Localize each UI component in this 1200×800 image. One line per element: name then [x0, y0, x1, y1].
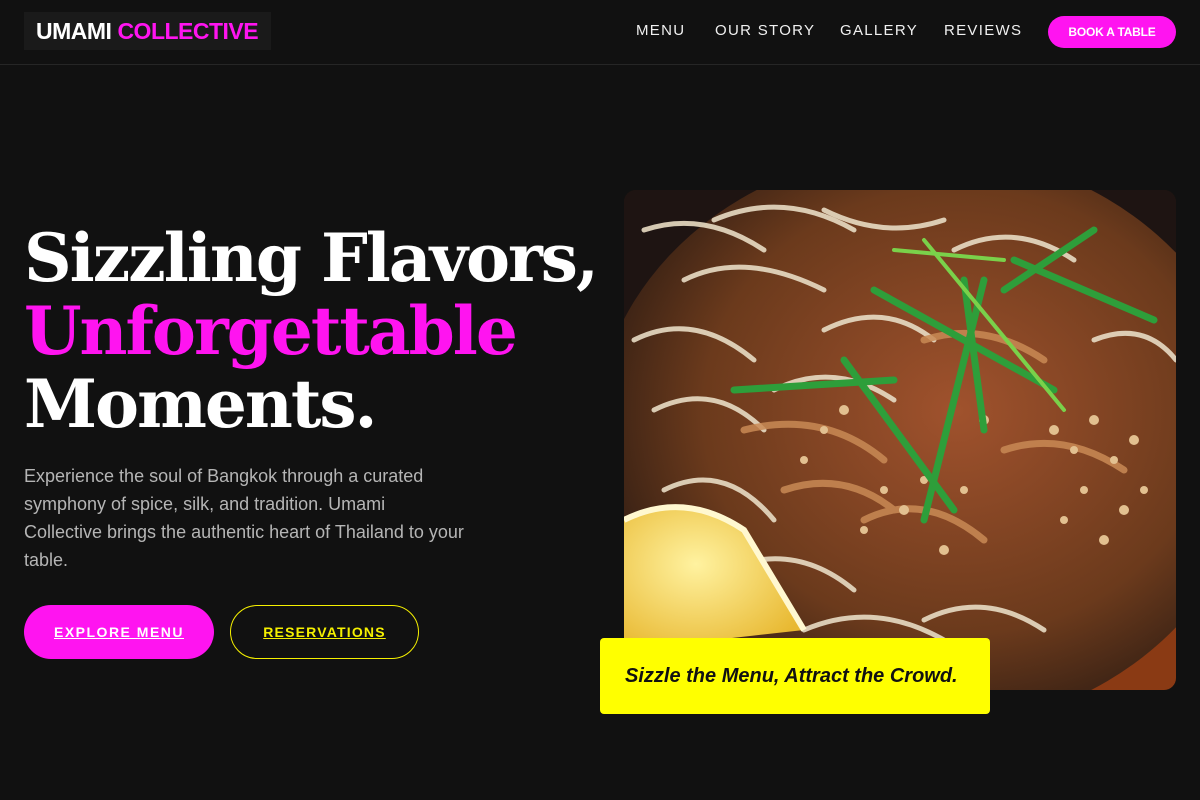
hero-food-image	[624, 190, 1176, 690]
nav-item-gallery[interactable]: GALLERY	[840, 22, 918, 39]
site-header: UMAMI COLLECTIVE MENU OUR STORY GALLERY …	[0, 0, 1200, 65]
hero-headline: Sizzling Flavors, Unforgettable Moments.	[24, 222, 604, 441]
brand-name-accent: COLLECTIVE	[117, 17, 259, 44]
reservations-button[interactable]: RESERVATIONS	[230, 605, 419, 659]
brand-name-primary: UMAMI	[36, 17, 112, 44]
nav-item-reviews[interactable]: REVIEWS	[944, 22, 1022, 39]
headline-line-3: Moments.	[24, 365, 378, 443]
explore-menu-button[interactable]: EXPLORE MENU	[24, 605, 214, 659]
hero-description: Experience the soul of Bangkok through a…	[24, 466, 464, 570]
pad-thai-illustration	[624, 190, 1176, 690]
tagline-card: Sizzle the Menu, Attract the Crowd.	[600, 638, 990, 714]
nav-item-menu[interactable]: MENU	[636, 22, 685, 39]
headline-line-1: Sizzling Flavors,	[24, 219, 599, 297]
nav-item-our-story[interactable]: OUR STORY	[715, 22, 815, 39]
brand-logo[interactable]: UMAMI COLLECTIVE	[24, 12, 271, 50]
book-table-button[interactable]: BOOK A TABLE	[1048, 16, 1176, 48]
headline-line-2: Unforgettable	[24, 292, 518, 370]
